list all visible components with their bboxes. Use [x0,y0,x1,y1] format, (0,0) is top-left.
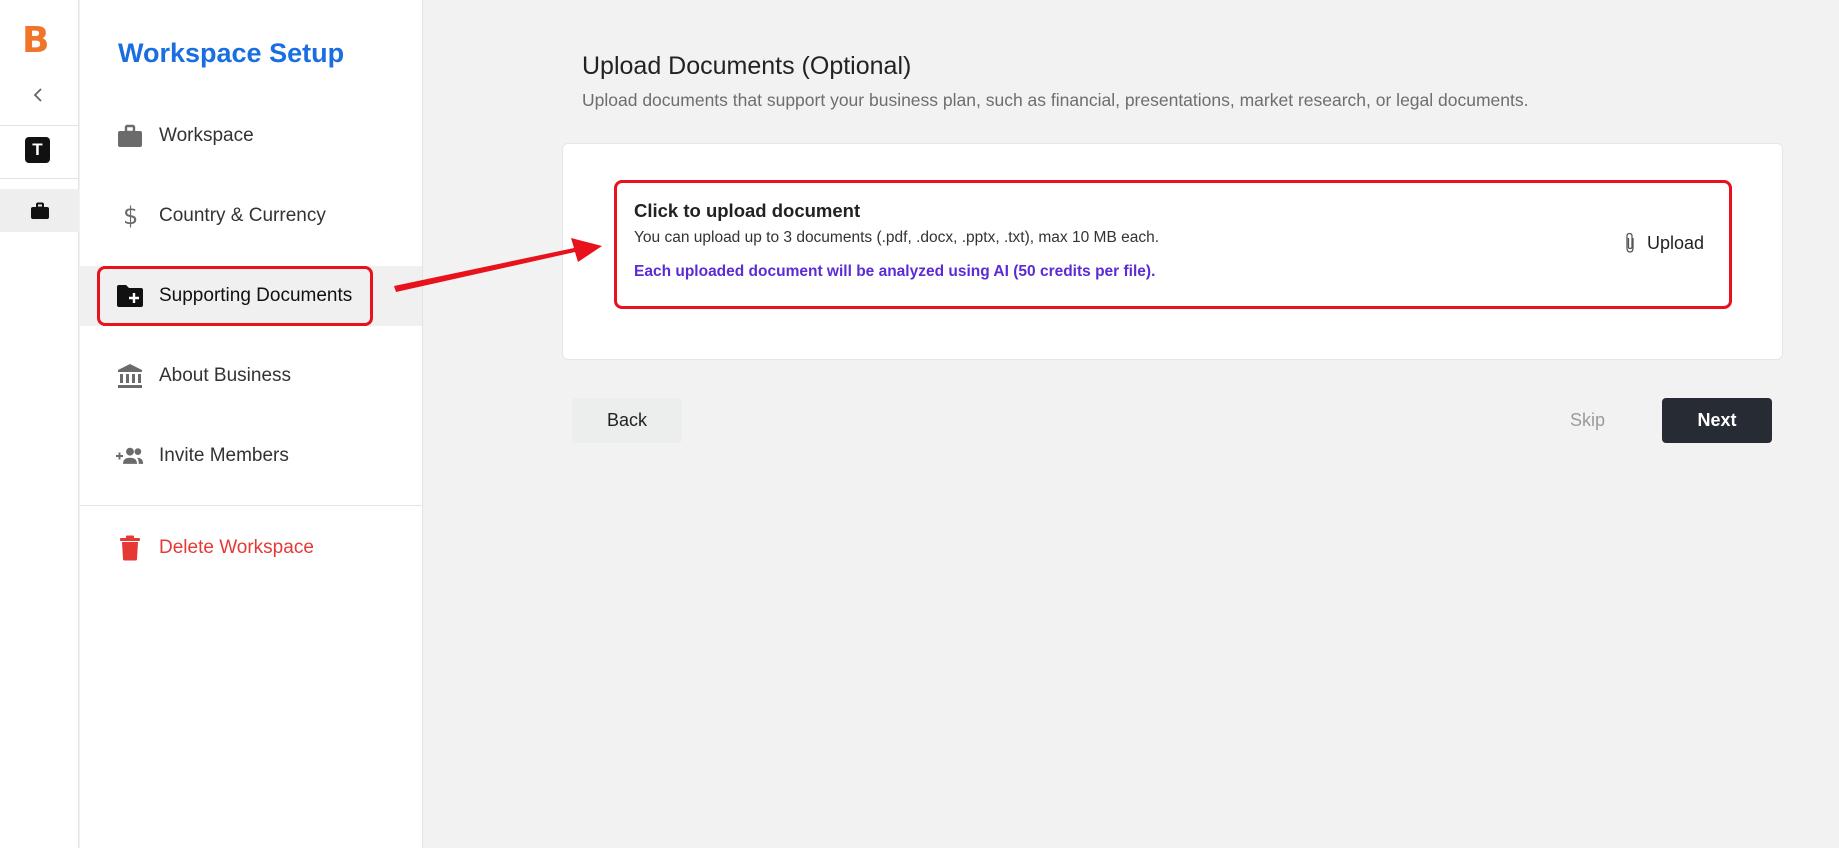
chevron-left-icon [33,88,42,102]
back-button[interactable]: Back [572,398,682,443]
upload-dropzone[interactable]: Click to upload document You can upload … [614,180,1732,309]
sidebar-title: Workspace Setup [118,38,345,68]
sidebar-item-label: Delete Workspace [159,537,314,558]
add-group-icon [116,442,144,470]
upload-limit-text: You can upload up to 3 documents (.pdf, … [634,229,1160,246]
sidebar-item-supporting-documents[interactable]: Supporting Documents [80,266,422,326]
sidebar-item-label: Workspace [159,125,254,146]
briefcase-icon [116,122,144,150]
page-subtitle: Upload documents that support your busin… [582,90,1529,110]
app-logo: B [22,20,50,61]
bank-icon [116,362,144,390]
sidebar-item-label: Supporting Documents [159,285,353,306]
next-button[interactable]: Next [1662,398,1772,443]
dollar-icon: $ [116,202,144,230]
sidebar-item-workspace[interactable]: Workspace [80,106,422,166]
upload-button-label: Upload [1646,232,1704,253]
collapse-sidebar-button[interactable] [27,84,49,106]
trash-icon [116,534,144,562]
folder-plus-icon [116,282,144,310]
sidebar-item-label: Invite Members [159,445,289,466]
settings-sidebar: Workspace Setup Workspace $ Country & Cu… [80,0,423,848]
sidebar-item-label: About Business [159,365,292,386]
rail-workspace-settings[interactable] [0,189,79,232]
upload-ai-note: Each uploaded document will be analyzed … [634,263,1156,280]
rail-divider [0,178,79,179]
upload-button[interactable]: Upload [1623,232,1704,254]
paperclip-icon [1623,232,1637,254]
sidebar-item-delete-workspace[interactable]: Delete Workspace [80,518,422,578]
sidebar-item-invite-members[interactable]: Invite Members [80,426,422,486]
svg-text:$: $ [123,203,138,229]
briefcase-icon [30,202,49,219]
page-title: Upload Documents (Optional) [582,52,912,80]
sidebar-item-country-currency[interactable]: $ Country & Currency [80,186,422,246]
sidebar-divider [80,505,422,506]
rail-divider [0,125,79,126]
workspace-switcher-t[interactable]: T [25,137,50,163]
sidebar-item-label: Country & Currency [159,205,326,226]
sidebar-item-about-business[interactable]: About Business [80,346,422,406]
app-rail: B T [0,0,79,848]
skip-button[interactable]: Skip [1540,398,1635,443]
upload-title: Click to upload document [634,200,861,221]
